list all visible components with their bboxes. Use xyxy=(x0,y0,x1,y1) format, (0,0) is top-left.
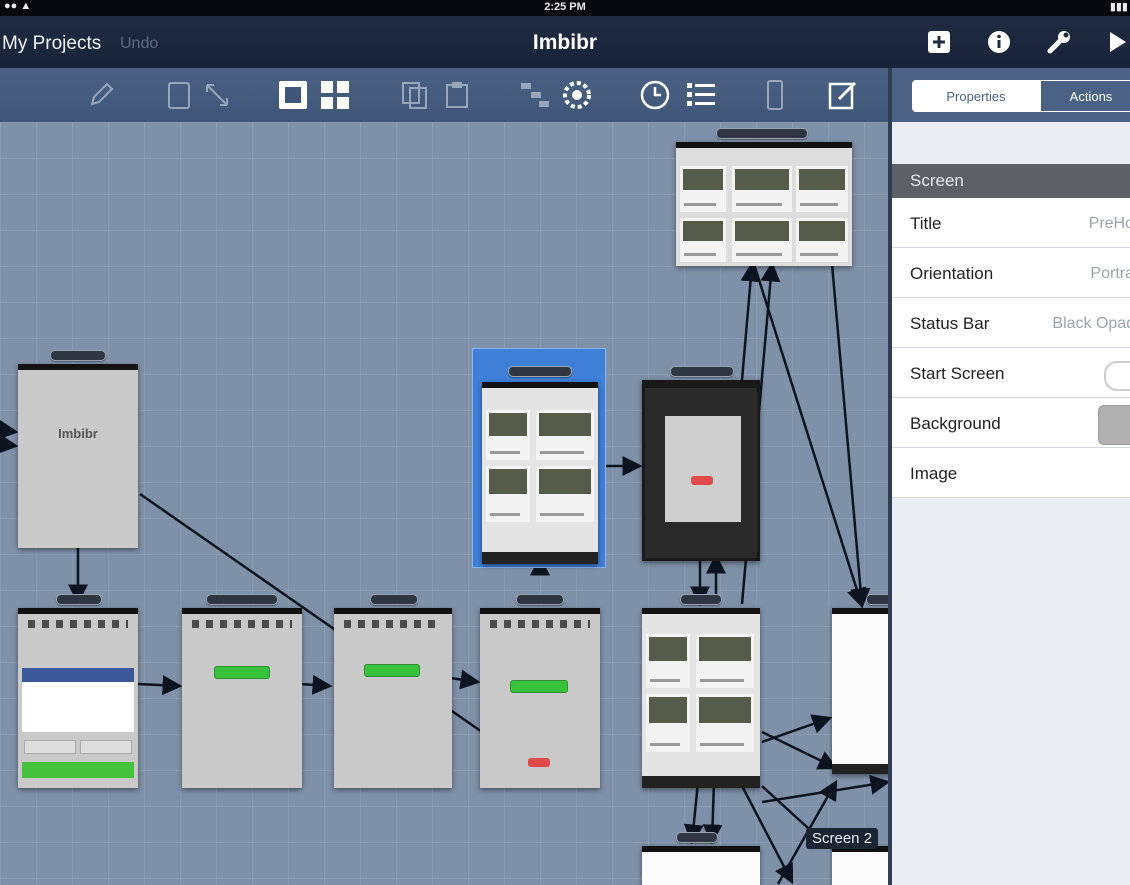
background-color-swatch[interactable] xyxy=(1098,405,1130,445)
list-icon[interactable] xyxy=(684,78,718,112)
properties-panel: Properties Actions Screen Title PreHo Or… xyxy=(888,68,1130,885)
screen-bottom-2[interactable] xyxy=(832,846,888,885)
start-screen-toggle[interactable] xyxy=(1104,361,1130,391)
orientation-value[interactable]: Portra xyxy=(1090,265,1130,283)
status-bar-value[interactable]: Black Opaqu xyxy=(1052,315,1130,333)
battery-icon: ▮▮▮ xyxy=(1109,1,1128,13)
tab-properties[interactable]: Properties xyxy=(912,80,1040,112)
add-screen-icon[interactable] xyxy=(926,29,952,55)
screen-tag xyxy=(676,832,718,843)
screen-feed-2[interactable] xyxy=(642,608,760,788)
grid-icon[interactable] xyxy=(318,78,352,112)
play-icon[interactable] xyxy=(1104,29,1130,55)
property-row-background[interactable]: Background xyxy=(892,398,1130,448)
screen-step-3[interactable] xyxy=(334,608,452,788)
splash-logo: Imbibr xyxy=(58,426,98,441)
status-time: 2:25 PM xyxy=(544,1,586,13)
device-icon[interactable] xyxy=(162,78,196,112)
property-label: Start Screen xyxy=(910,364,1005,383)
nav-bar: My Projects Undo Imbibr xyxy=(0,16,1130,68)
screen-gallery-top[interactable] xyxy=(676,142,852,266)
copy-icon[interactable] xyxy=(398,78,432,112)
fit-icon[interactable] xyxy=(276,78,310,112)
screen-feed-selected[interactable] xyxy=(482,382,598,564)
screen-login[interactable] xyxy=(18,608,138,788)
wrench-icon[interactable] xyxy=(1046,29,1072,55)
paste-icon[interactable] xyxy=(440,78,474,112)
screen-white-right[interactable] xyxy=(832,608,888,774)
screen-step-2[interactable] xyxy=(182,608,302,788)
status-bar: ●● ▲ 2:25 PM ▮▮▮ xyxy=(0,0,1130,16)
property-label: Status Bar xyxy=(910,314,990,333)
storyboard-canvas[interactable]: Imbibr Screen 2 xyxy=(0,122,888,885)
settings-icon[interactable] xyxy=(560,78,594,112)
screen-tag xyxy=(508,366,572,377)
screen-tag xyxy=(670,366,734,377)
screen-tag xyxy=(680,594,722,605)
project-title: Imbibr xyxy=(532,31,598,54)
property-row-image[interactable]: Image xyxy=(892,448,1130,498)
info-icon[interactable] xyxy=(986,29,1012,55)
screen-tag xyxy=(866,594,888,605)
panel-tabs: Properties Actions xyxy=(892,68,1130,122)
screen-tag xyxy=(206,594,278,605)
property-label: Title xyxy=(910,214,942,233)
screen-modal[interactable] xyxy=(642,380,760,561)
property-row-orientation[interactable]: Orientation Portra xyxy=(892,248,1130,298)
screen-tag xyxy=(50,350,106,361)
title-value[interactable]: PreHo xyxy=(1089,215,1130,233)
tab-actions[interactable]: Actions xyxy=(1040,80,1130,112)
property-list: Title PreHo Orientation Portra Status Ba… xyxy=(892,198,1130,498)
screen-splash[interactable]: Imbibr xyxy=(18,364,138,548)
screen-tag xyxy=(370,594,418,605)
screen-step-4[interactable] xyxy=(480,608,600,788)
section-header-screen: Screen xyxy=(892,164,1130,198)
screen-tag xyxy=(716,128,808,139)
property-label: Image xyxy=(910,464,958,483)
editor-toolbar xyxy=(0,68,888,122)
flow-icon[interactable] xyxy=(518,78,552,112)
phone-icon[interactable] xyxy=(758,78,792,112)
edit-icon[interactable] xyxy=(826,78,860,112)
property-row-status-bar[interactable]: Status Bar Black Opaqu xyxy=(892,298,1130,348)
screen-tag xyxy=(516,594,564,605)
property-label: Orientation xyxy=(910,264,994,283)
resize-icon[interactable] xyxy=(200,78,234,112)
clock-icon[interactable] xyxy=(638,78,672,112)
screen-tag xyxy=(56,594,102,605)
property-row-start-screen[interactable]: Start Screen xyxy=(892,348,1130,398)
screen-2-label: Screen 2 xyxy=(806,828,879,849)
property-row-title[interactable]: Title PreHo xyxy=(892,198,1130,248)
pencil-icon[interactable] xyxy=(84,78,118,112)
property-label: Background xyxy=(910,414,1001,433)
screen-bottom-1[interactable] xyxy=(642,846,760,885)
